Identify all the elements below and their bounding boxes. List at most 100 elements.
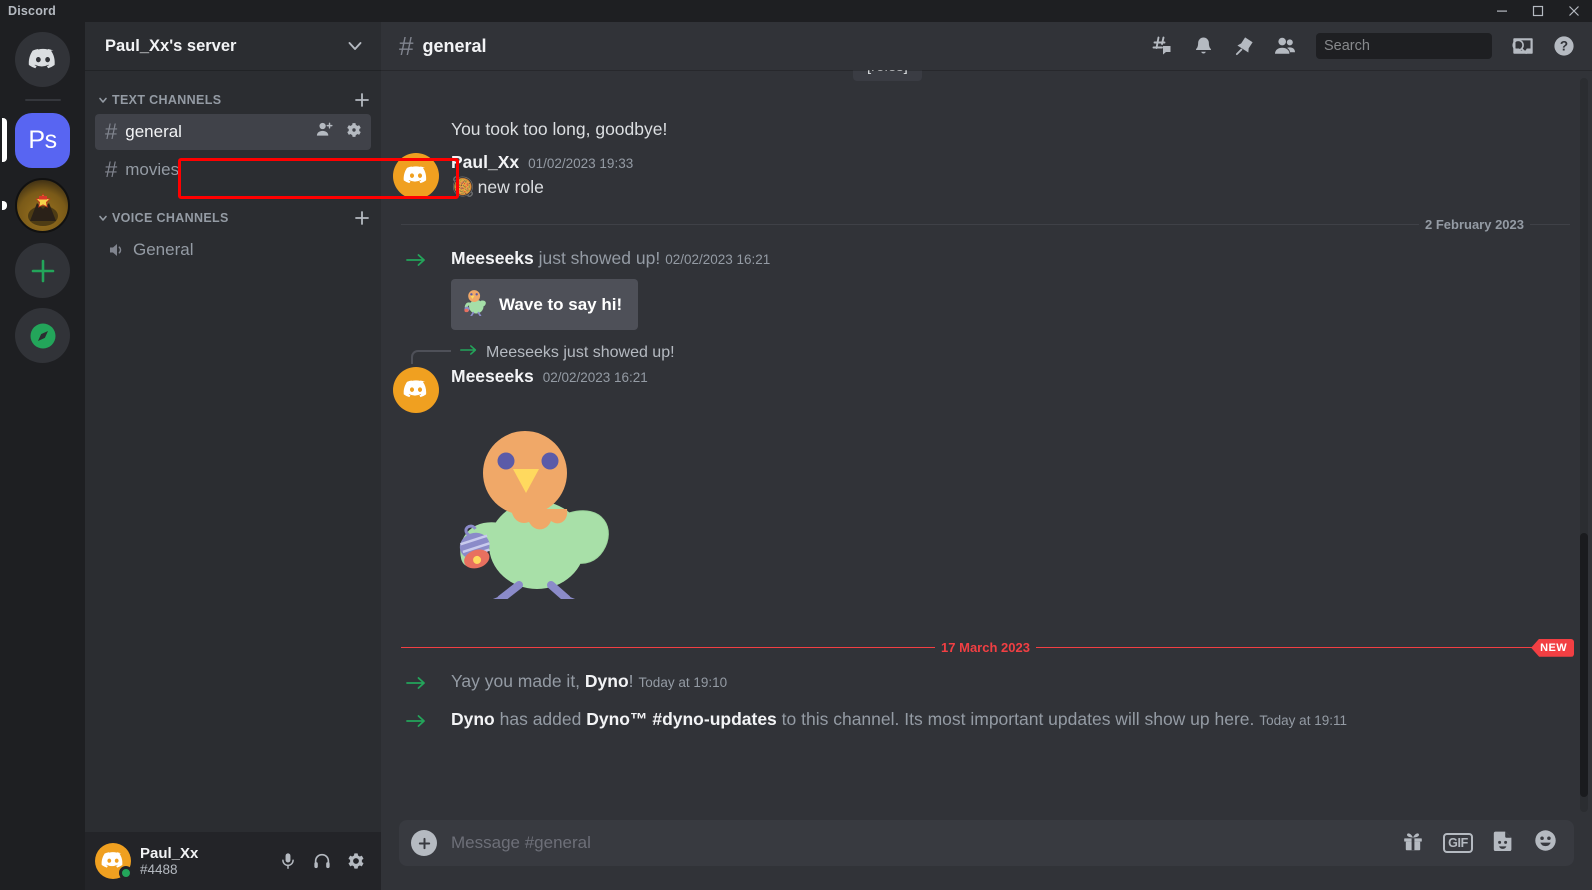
message-content: 🥘 new role	[451, 175, 1592, 201]
user-settings-button[interactable]	[339, 844, 373, 878]
reply-curve-line	[411, 350, 451, 365]
mute-button[interactable]	[271, 844, 305, 878]
system-message-author[interactable]: Meeseeks	[451, 248, 534, 268]
message-composer[interactable]: GIF	[399, 820, 1574, 866]
gif-icon[interactable]: GIF	[1443, 833, 1473, 853]
date-divider-february: 2 February 2023	[401, 217, 1570, 232]
create-voice-channel-button[interactable]	[353, 209, 371, 227]
divider-line	[1530, 223, 1570, 225]
system-message-rest: just showed up!	[533, 247, 661, 268]
system-message-text: Dyno has added Dyno™ #dyno-updates to th…	[451, 708, 1592, 732]
scrollbar-thumb[interactable]	[1580, 533, 1588, 798]
message-input[interactable]	[451, 833, 1402, 853]
message-scrollbar[interactable]	[1580, 78, 1588, 812]
message-author[interactable]: Meeseeks	[451, 366, 534, 387]
system-icon-column	[381, 670, 451, 698]
dyno-text-1: has added	[494, 709, 587, 730]
channel-name: General	[133, 240, 194, 259]
gear-icon[interactable]	[345, 121, 363, 144]
sticker-container[interactable]	[381, 415, 1592, 612]
avatar[interactable]	[393, 153, 439, 199]
wave-to-say-hi-button[interactable]: Wave to say hi!	[451, 279, 639, 331]
search-box[interactable]	[1316, 33, 1527, 59]
message-timestamp: 01/02/2023 19:33	[528, 156, 634, 171]
rail-item-home[interactable]	[15, 32, 70, 87]
main-content: # general Search ? You took too long, go…	[381, 22, 1592, 890]
divider-line	[1035, 647, 1570, 649]
window-close-button[interactable]	[1556, 0, 1592, 22]
message-body: Meeseeks 02/02/2023 16:21	[451, 366, 1592, 413]
message-list[interactable]: [roles] You took too long, goodbye! Pau	[381, 70, 1592, 820]
hash-icon: #	[399, 31, 414, 61]
rail-item-explore-servers[interactable]	[15, 308, 70, 363]
threads-icon[interactable]	[1144, 28, 1180, 64]
server-name: Paul_Xx's server	[105, 36, 237, 55]
chevron-down-icon	[345, 36, 365, 56]
message-group-meeseeks: Meeseeks 02/02/2023 16:21	[381, 364, 1592, 415]
system-icon-column	[381, 247, 451, 275]
food-emoji: 🥘	[451, 177, 475, 198]
category-label: TEXT CHANNELS	[112, 93, 222, 107]
reply-reference[interactable]: Meeseeks just showed up!	[381, 335, 1592, 365]
bell-icon[interactable]	[1185, 28, 1221, 64]
channel-name: movies	[125, 160, 180, 179]
avatar[interactable]	[95, 843, 133, 880]
user-meta[interactable]: Paul_Xx #4488	[140, 845, 271, 878]
message-author[interactable]: Paul_Xx	[451, 152, 519, 173]
create-channel-button[interactable]	[353, 91, 371, 109]
members-icon[interactable]	[1267, 28, 1303, 64]
chevron-down-icon	[97, 94, 109, 106]
dyno-updates-channel[interactable]: Dyno™ #dyno-updates	[586, 709, 777, 729]
waving-bird-icon	[462, 288, 488, 321]
roles-chip[interactable]: [roles]	[853, 70, 922, 81]
yay-suffix: !	[628, 671, 634, 692]
system-message-yay: Yay you made it, Dyno! Today at 19:10	[381, 665, 1592, 703]
help-icon[interactable]: ?	[1546, 28, 1582, 64]
rail-separator	[24, 99, 61, 101]
channel-name: general	[125, 122, 182, 141]
dyno-bot-name[interactable]: Dyno	[451, 709, 495, 729]
rail-item-star-server[interactable]	[2, 178, 70, 233]
channel-sidebar: Paul_Xx's server TEXT CHANNELS # general	[85, 22, 459, 890]
message-timestamp: 02/02/2023 16:21	[542, 370, 648, 386]
compass-icon	[15, 308, 70, 363]
window-titlebar: Discord	[0, 0, 1592, 22]
divider-line	[401, 223, 1419, 225]
system-message-text: Meeseeks just showed up! 02/02/2023 16:21	[451, 247, 1592, 271]
emoji-icon[interactable]	[1533, 828, 1558, 858]
add-person-icon[interactable]	[315, 120, 334, 144]
deafen-button[interactable]	[305, 844, 339, 878]
avatar[interactable]	[393, 367, 439, 414]
rail-item-ps-server[interactable]: Ps	[2, 113, 70, 168]
message-header: Meeseeks 02/02/2023 16:21	[451, 366, 1592, 387]
system-message-timestamp: Today at 19:11	[1259, 713, 1347, 729]
channel-list: TEXT CHANNELS # general # movies VOICE C…	[85, 70, 381, 832]
window-maximize-button[interactable]	[1520, 0, 1556, 22]
window-minimize-button[interactable]	[1484, 0, 1520, 22]
discord-logo-icon	[15, 32, 70, 87]
category-voice-channels[interactable]: VOICE CHANNELS	[85, 206, 381, 230]
ps-server-icon: Ps	[15, 113, 70, 168]
search-input[interactable]	[1324, 38, 1511, 54]
plus-icon	[15, 243, 70, 298]
dyno-text-2: to this channel. Its most important upda…	[776, 709, 1255, 730]
category-text-channels[interactable]: TEXT CHANNELS	[85, 88, 381, 112]
yay-bold-name[interactable]: Dyno	[585, 671, 629, 691]
inbox-icon[interactable]	[1505, 28, 1541, 64]
sticker-icon[interactable]	[1491, 829, 1515, 858]
system-message-meeseeks-join: Meeseeks just showed up! 02/02/2023 16:21	[381, 242, 1592, 336]
divider-label: 2 February 2023	[1424, 216, 1524, 232]
waving-bird-sticker	[451, 431, 621, 612]
sidebar-item-voice-general[interactable]: General	[95, 232, 371, 268]
sidebar-item-movies[interactable]: # movies	[95, 152, 371, 188]
yay-prefix: Yay you made it,	[451, 671, 585, 692]
message-body: Paul_Xx 01/02/2023 19:33 🥘 new role	[451, 152, 1592, 201]
server-header-button[interactable]: Paul_Xx's server	[85, 22, 381, 70]
attach-file-button[interactable]	[411, 830, 437, 856]
rail-item-add-server[interactable]	[15, 243, 70, 298]
hash-icon: #	[105, 119, 118, 144]
gift-icon[interactable]	[1401, 829, 1425, 858]
pin-icon[interactable]	[1226, 28, 1262, 64]
hash-icon: #	[105, 157, 118, 182]
sidebar-item-general[interactable]: # general	[95, 114, 371, 150]
